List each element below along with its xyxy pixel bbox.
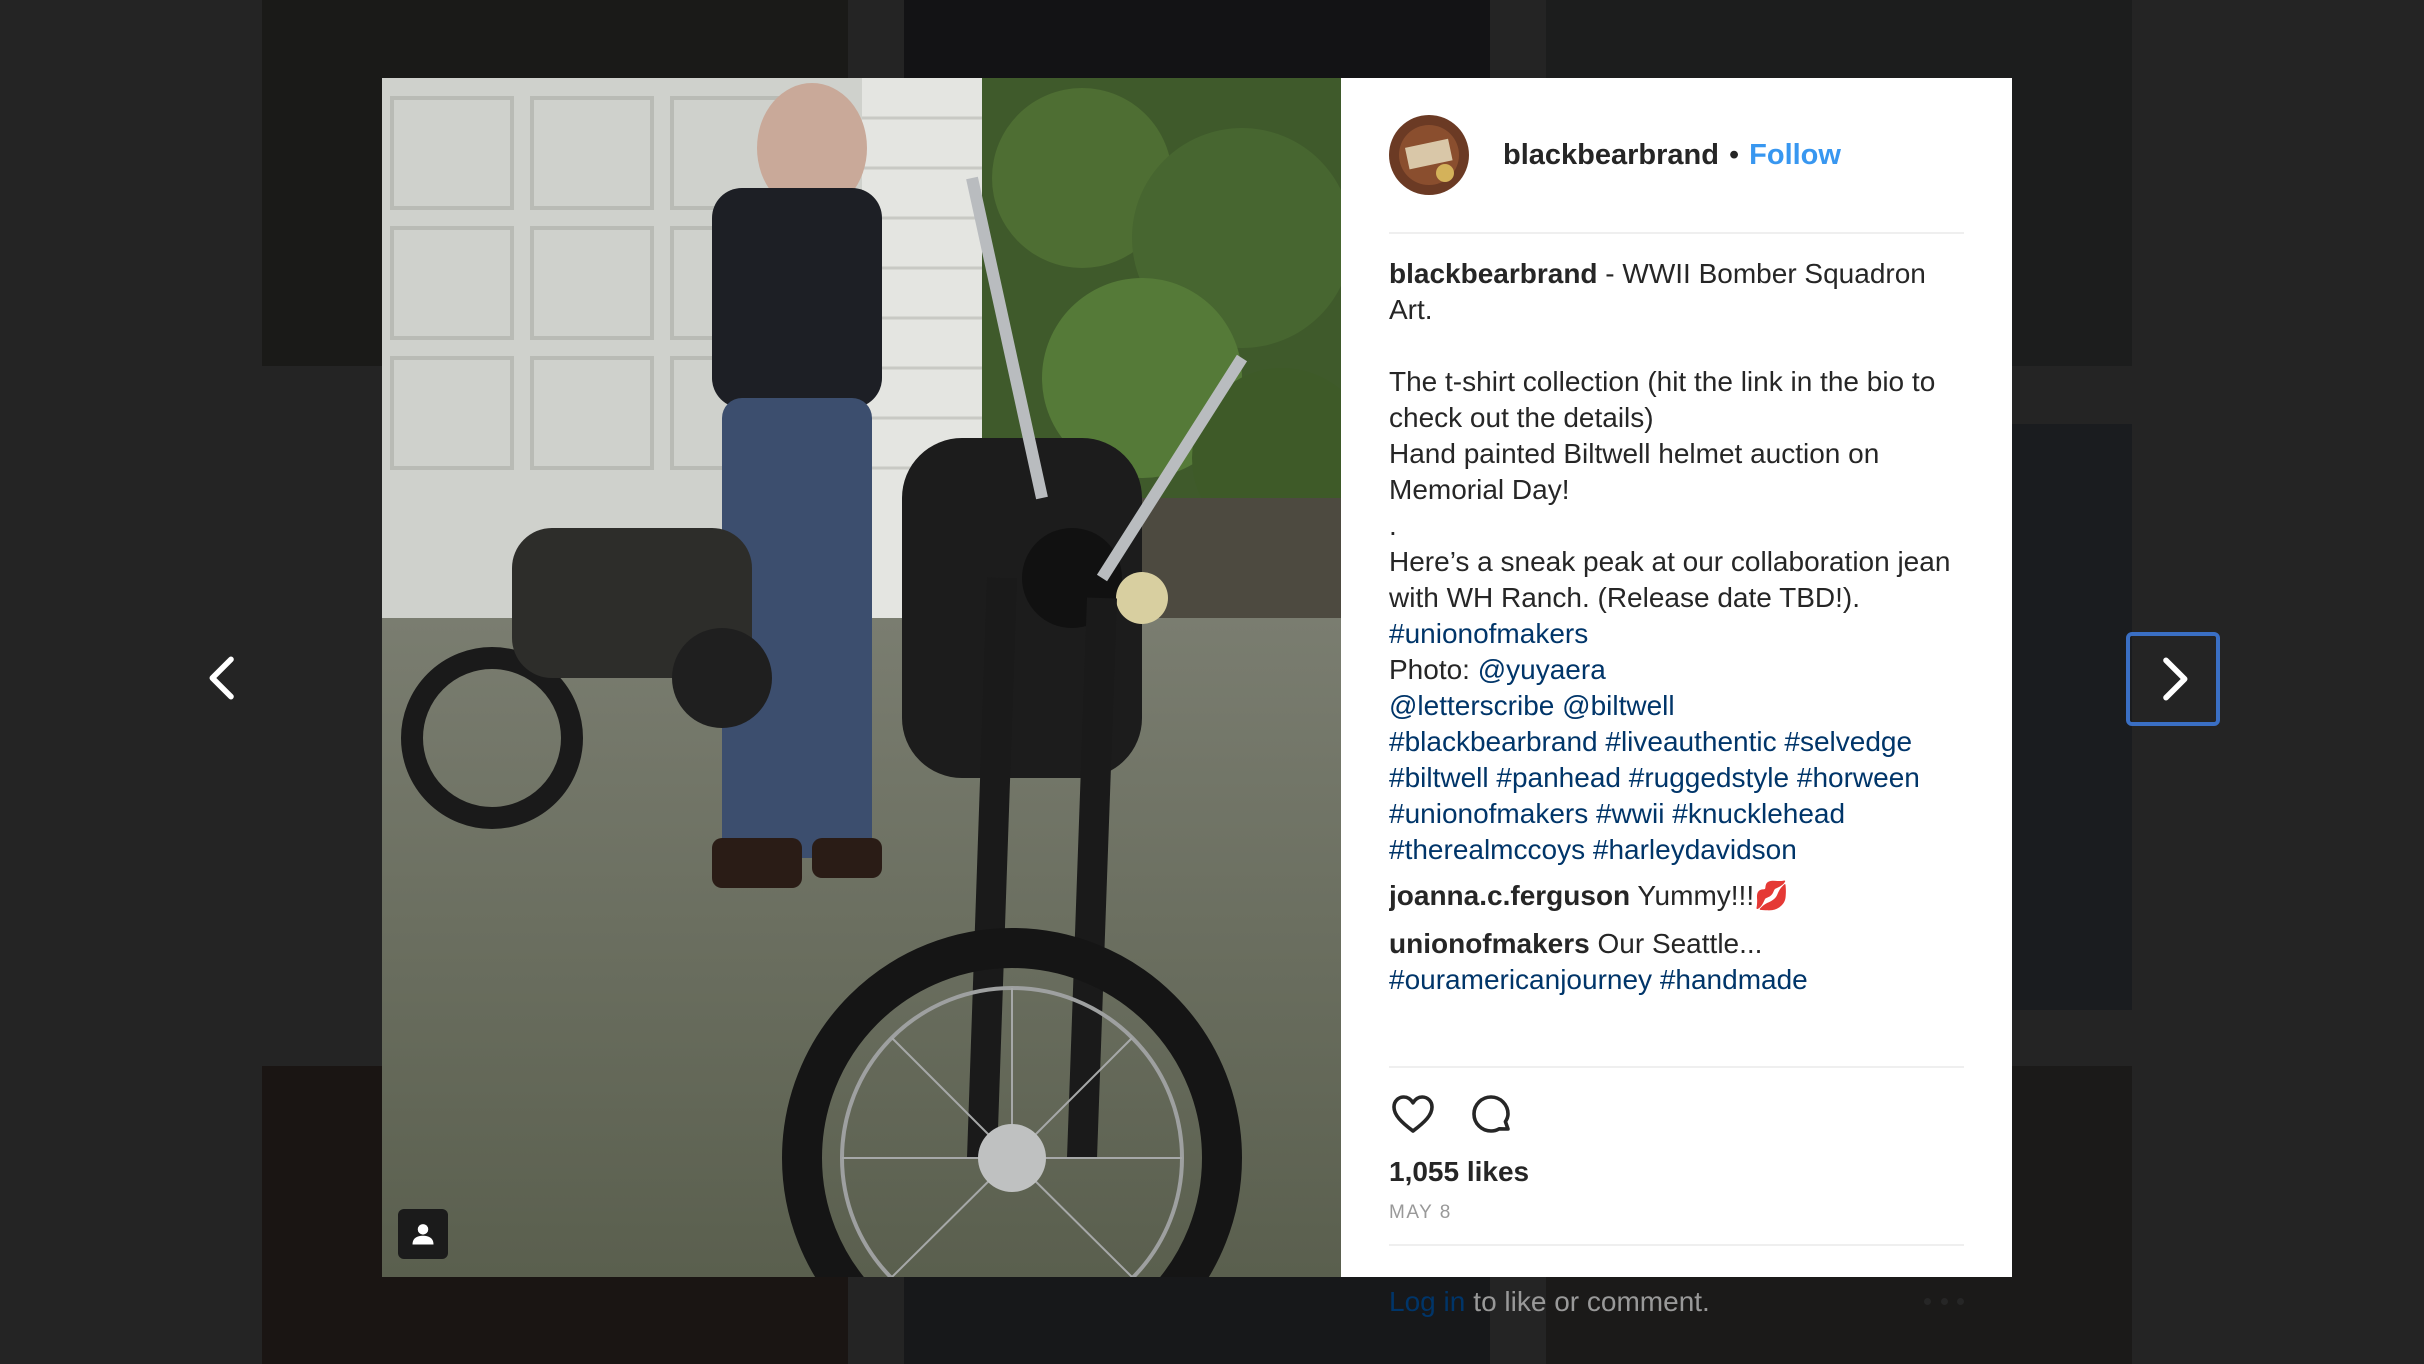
caption-username[interactable]: blackbearbrand xyxy=(1389,258,1598,289)
hashtag-link[interactable]: #blackbearbrand xyxy=(1389,726,1598,757)
hashtag-link[interactable]: #horween xyxy=(1797,762,1920,793)
hashtag-link[interactable]: #unionofmakers xyxy=(1389,798,1588,829)
likes-count[interactable]: 1,055 likes xyxy=(1389,1156,1964,1188)
hashtag-link[interactable]: #wwii xyxy=(1596,798,1664,829)
mention-link[interactable]: @letterscribe xyxy=(1389,690,1554,721)
chevron-left-icon xyxy=(209,656,234,700)
more-dots-icon xyxy=(1957,1297,1964,1305)
post-header: blackbearbrand • Follow xyxy=(1389,78,1964,234)
hashtag-link[interactable]: #harleydavidson xyxy=(1593,834,1797,865)
post-photo[interactable] xyxy=(382,78,1341,1277)
comment-bubble-icon[interactable] xyxy=(1467,1090,1515,1138)
heart-icon[interactable] xyxy=(1389,1090,1437,1138)
caption-line: Here’s a sneak peak at our collaboration… xyxy=(1389,546,1959,613)
more-dots-icon xyxy=(1940,1297,1948,1305)
comment-username[interactable]: joanna.c.ferguson xyxy=(1389,880,1630,911)
comments-list[interactable]: blackbearbrand - WWII Bomber Squadron Ar… xyxy=(1389,256,1964,1064)
brand-logo xyxy=(1389,115,1469,195)
post-modal: blackbearbrand • Follow blackbearbrand -… xyxy=(382,78,2012,1317)
caption: blackbearbrand - WWII Bomber Squadron Ar… xyxy=(1389,256,1964,868)
follow-button[interactable]: Follow xyxy=(1749,139,1841,172)
hashtag-link[interactable]: #biltwell xyxy=(1389,762,1489,793)
mention-link[interactable]: @yuyaera xyxy=(1478,654,1606,685)
comment-text: Yummy!!!💋 xyxy=(1630,880,1789,911)
more-options-button[interactable] xyxy=(1924,1286,1964,1316)
chevron-right-icon xyxy=(2163,657,2188,701)
tagged-users-button[interactable] xyxy=(398,1209,448,1259)
post-details-panel: blackbearbrand • Follow blackbearbrand -… xyxy=(1341,78,2012,1317)
username-link[interactable]: blackbearbrand xyxy=(1503,139,1719,172)
caption-line: . xyxy=(1389,510,1397,541)
comment-item: joanna.c.ferguson Yummy!!!💋 xyxy=(1389,878,1964,914)
login-prompt-text: to like or comment. xyxy=(1473,1286,1710,1317)
caption-line: The t-shirt collection (hit the link in … xyxy=(1389,366,1944,433)
previous-post-button[interactable] xyxy=(178,632,270,724)
action-icons xyxy=(1389,1090,1964,1138)
post-actions: 1,055 likes MAY 8 xyxy=(1389,1066,1964,1224)
post-date[interactable]: MAY 8 xyxy=(1389,1202,1964,1224)
hashtag-link[interactable]: #unionofmakers xyxy=(1389,618,1588,649)
login-link[interactable]: Log in xyxy=(1389,1286,1465,1318)
hashtag-link[interactable]: #ruggedstyle xyxy=(1629,762,1789,793)
photo-credit-label: Photo: xyxy=(1389,654,1478,685)
hashtag-link[interactable]: #liveauthentic xyxy=(1605,726,1776,757)
comment-username[interactable]: unionofmakers xyxy=(1389,928,1590,959)
hashtag-link[interactable]: #panhead xyxy=(1496,762,1621,793)
next-post-button[interactable] xyxy=(2126,632,2220,726)
caption-line: Hand painted Biltwell helmet auction on … xyxy=(1389,438,1888,505)
avatar[interactable] xyxy=(1389,115,1469,195)
hashtag-link[interactable]: #ouramericanjourney xyxy=(1389,964,1652,995)
hashtag-link[interactable]: #selvedge xyxy=(1784,726,1912,757)
hashtag-link[interactable]: #therealmccoys xyxy=(1389,834,1585,865)
separator-dot: • xyxy=(1728,138,1740,171)
login-prompt: Log in to like or comment. xyxy=(1389,1244,1964,1358)
more-dots-icon xyxy=(1924,1297,1931,1305)
hashtag-link[interactable]: #handmade xyxy=(1660,964,1808,995)
motorcycle-photo xyxy=(382,78,1341,1277)
hashtag-link[interactable]: #knucklehead xyxy=(1672,798,1845,829)
comment-item: unionofmakers Our Seattle... #ouramerican… xyxy=(1389,926,1964,998)
mention-link[interactable]: @biltwell xyxy=(1562,690,1674,721)
person-tag-icon xyxy=(412,1224,434,1245)
comment-text: Our Seattle... xyxy=(1589,928,1763,959)
